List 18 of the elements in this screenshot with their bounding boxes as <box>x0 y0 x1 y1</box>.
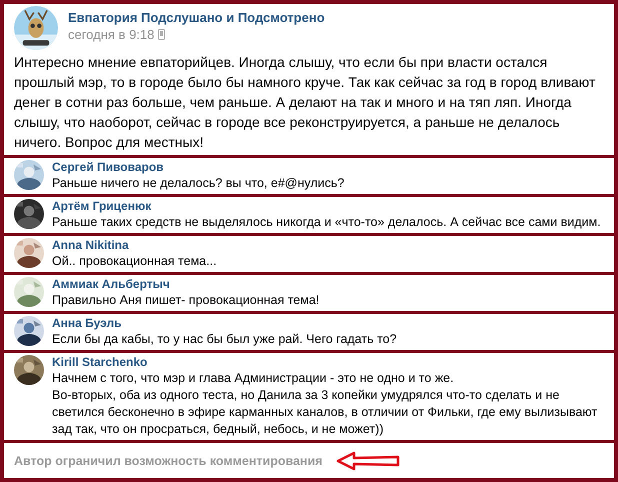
comment-author[interactable]: Kirill Starchenko <box>52 355 608 369</box>
comment-text: Правильно Аня пишет- провокационная тема! <box>52 292 320 309</box>
comment-author[interactable]: Anna Nikitina <box>52 238 217 252</box>
comment-author[interactable]: Аммиак Альбертыч <box>52 277 320 291</box>
comment-text: Если бы да кабы, то у нас бы был уже рай. Чего гадать то? <box>52 331 397 348</box>
comment-text: Ой.. провокационная тема... <box>52 253 217 270</box>
comment-author[interactable]: Анна Буэль <box>52 316 397 330</box>
post-author[interactable]: Евпатория Подслушано и Подсмотрено <box>68 10 325 25</box>
comments-notice: Автор ограничил возможность комментирования <box>14 454 322 468</box>
comment-text: Раньше таких средств не выделялось никогда и «что-то» делалось. А сейчас все сами видим. <box>52 214 601 231</box>
comment-author[interactable]: Артём Гриценюк <box>52 199 601 213</box>
mobile-icon <box>158 29 166 40</box>
post-time: сегодня в 9:18 <box>68 27 154 42</box>
comment-author[interactable]: Сергей Пивоваров <box>52 160 344 174</box>
comment-text: Раньше ничего не делалось? вы что, е#@нулись? <box>52 175 344 192</box>
post-text: Интересно мнение евпаторийцев. Иногда слышу, что если бы при власти остался прошлый мэр, то в городе было бы намного круче. Так как сейчас за год в город вливают денег в сотни раз больше, чем раньше. А делают на так и много и на тяп ляп. Иногда слышу, что наоборот, сейчас в городе все реконструируется, а раньше не делалось ничего. Вопрос для местных! <box>14 53 596 152</box>
comment-text: Начнем с того, что мэр и глава Администрации - это не одно и то же. Во-вторых, оба из одного теста, но Данила за 3 копейки умудрялся что-то сделать и не светился бесконечно в эфире карманных каналов, в отличии от Фильки, где ему вылизывают зад так, что он просраться, бедный, небось, и не может)) <box>52 370 598 438</box>
arrow-icon <box>336 450 400 470</box>
